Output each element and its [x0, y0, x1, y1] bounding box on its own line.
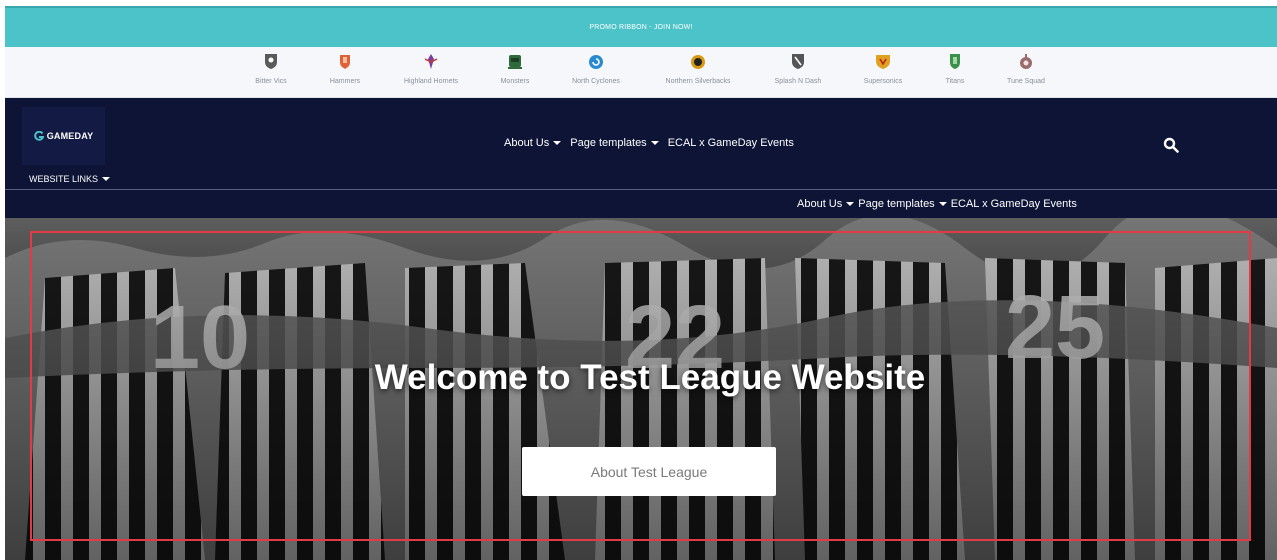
nav-label: About Us [504, 137, 550, 149]
caret-down-icon [553, 141, 562, 145]
nav-page-templates[interactable]: Page templates [570, 137, 659, 149]
caret-down-icon [650, 141, 659, 145]
badge-icon [1020, 54, 1032, 69]
gameday-logo[interactable]: GAMEDAY [22, 107, 105, 165]
search-icon[interactable] [1163, 137, 1179, 153]
club-hammers[interactable]: Hammers [305, 53, 385, 85]
subnav-page-templates[interactable]: Page templates [858, 198, 947, 210]
website-links-label: WEBSITE LINKS [29, 174, 99, 184]
club-name: Splash N Dash [774, 78, 822, 85]
badge-icon [691, 55, 705, 69]
caret-down-icon [938, 202, 947, 206]
club-name: Hammers [329, 78, 361, 85]
monster-icon [508, 55, 522, 69]
club-supersonics[interactable]: Supersonics [843, 53, 923, 85]
nav-label: Page templates [858, 198, 935, 210]
shield-icon [792, 54, 804, 69]
club-north-cyclones[interactable]: North Cyclones [556, 53, 636, 85]
club-highland-hornets[interactable]: Highland Hornets [391, 53, 471, 85]
club-name: Supersonics [863, 78, 903, 85]
website-links-dropdown[interactable]: WEBSITE LINKS [29, 174, 111, 184]
club-northern-silverbacks[interactable]: Northern Silverbacks [658, 53, 738, 85]
club-bitter-vics[interactable]: Bitter Vics [231, 53, 311, 85]
shield-icon [265, 54, 277, 69]
shield-icon [340, 55, 350, 69]
subnav-ecal-events[interactable]: ECAL x GameDay Events [951, 198, 1077, 210]
club-name: Northern Silverbacks [665, 78, 731, 85]
shield-icon [950, 54, 960, 69]
hero-title: Welcome to Test League Website [374, 358, 926, 397]
club-name: Tune Squad [1007, 78, 1045, 85]
main-navigation: GAMEDAY WEBSITE LINKS About Us Page temp… [5, 98, 1277, 190]
promo-ribbon[interactable]: PROMO RIBBON - JOIN NOW! [5, 6, 1277, 47]
club-name: Bitter Vics [255, 78, 287, 85]
club-titans[interactable]: Titans [915, 53, 995, 85]
nav-label: About Us [797, 198, 843, 210]
club-name: North Cyclones [572, 78, 620, 85]
caret-down-icon [102, 177, 111, 181]
caret-down-icon [846, 202, 855, 206]
primary-nav: About Us Page templates ECAL x GameDay E… [504, 137, 803, 149]
promo-text[interactable]: PROMO RIBBON - JOIN NOW! [589, 24, 692, 31]
club-splash-n-dash[interactable]: Splash N Dash [758, 53, 838, 85]
brand-name: GAMEDAY [46, 131, 94, 141]
club-name: Monsters [500, 78, 530, 85]
clubs-bar: Bitter Vics Hammers Highland Hornets Mon… [5, 47, 1277, 98]
nav-label: Page templates [570, 137, 647, 149]
club-monsters[interactable]: Monsters [475, 53, 555, 85]
secondary-nav-items: About Us Page templates ECAL x GameDay E… [797, 198, 1081, 210]
nav-ecal-events[interactable]: ECAL x GameDay Events [668, 137, 794, 149]
nav-label: ECAL x GameDay Events [667, 137, 794, 149]
club-name: Highland Hornets [403, 78, 459, 85]
about-league-button[interactable]: About Test League [522, 447, 776, 496]
gameday-g-icon [33, 131, 44, 141]
hero-banner: 10 22 25 Welcome to Test League Website … [5, 218, 1277, 560]
fleur-icon [424, 54, 438, 69]
club-name: Titans [945, 78, 965, 85]
nav-about-us[interactable]: About Us [504, 137, 562, 149]
shield-icon [876, 55, 890, 69]
subnav-about-us[interactable]: About Us [797, 198, 855, 210]
secondary-navigation: About Us Page templates ECAL x GameDay E… [5, 190, 1277, 218]
page-frame: PROMO RIBBON - JOIN NOW! Bitter Vics Ham… [5, 6, 1277, 560]
nav-label: ECAL x GameDay Events [950, 198, 1077, 210]
cyclone-icon [589, 55, 603, 69]
club-tune-squad[interactable]: Tune Squad [986, 53, 1066, 85]
